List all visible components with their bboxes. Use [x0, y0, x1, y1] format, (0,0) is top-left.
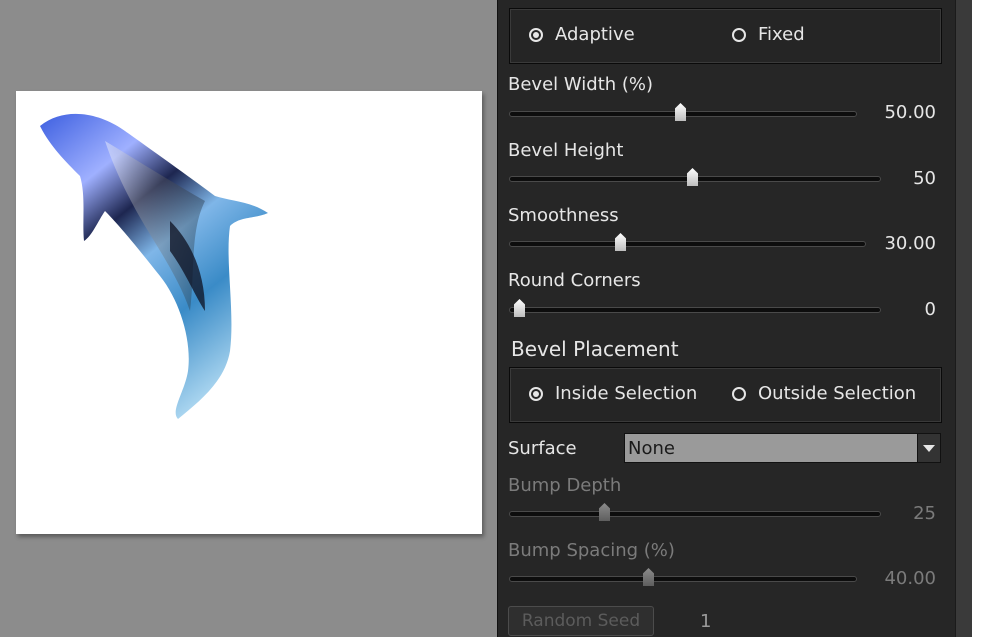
bump-depth-value[interactable]: 25 — [856, 503, 936, 524]
bevel-width-label: Bevel Width (%) — [508, 74, 654, 95]
radio-outside-selection[interactable]: Outside Selection — [732, 383, 916, 404]
surface-dropdown[interactable]: None — [624, 433, 941, 463]
bevel-width-value[interactable]: 50.00 — [856, 102, 936, 123]
bevel-height-label: Bevel Height — [508, 140, 624, 161]
radio-unselected-icon — [732, 27, 746, 42]
surface-selected-value: None — [628, 437, 675, 459]
chevron-down-icon[interactable] — [917, 434, 940, 462]
radio-label: Fixed — [758, 24, 805, 45]
radio-label: Outside Selection — [758, 383, 917, 404]
radio-selected-icon — [529, 27, 543, 42]
bump-depth-slider-track[interactable] — [509, 511, 881, 517]
bump-spacing-label: Bump Spacing (%) — [508, 540, 675, 561]
bump-spacing-value[interactable]: 40.00 — [856, 568, 936, 589]
smoothness-value[interactable]: 30.00 — [856, 233, 936, 254]
radio-unselected-icon — [732, 386, 746, 401]
smoothness-label: Smoothness — [508, 205, 619, 226]
radio-inside-selection[interactable]: Inside Selection — [529, 383, 697, 404]
chrome-dolphin-image — [40, 113, 268, 419]
round-corners-slider-track[interactable] — [509, 307, 881, 313]
bump-depth-label: Bump Depth — [508, 475, 622, 496]
round-corners-label: Round Corners — [508, 270, 641, 291]
radio-adaptive[interactable]: Adaptive — [529, 24, 635, 45]
random-seed-value: 1 — [700, 611, 712, 632]
surface-label: Surface — [508, 438, 577, 459]
round-corners-value[interactable]: 0 — [856, 299, 936, 320]
radio-selected-icon — [529, 386, 543, 401]
window-edge — [972, 0, 1000, 637]
bump-spacing-slider-track[interactable] — [509, 576, 857, 582]
radio-label: Adaptive — [555, 24, 635, 45]
radio-fixed[interactable]: Fixed — [732, 24, 805, 45]
smoothness-slider-track[interactable] — [509, 241, 866, 247]
bevel-height-value[interactable]: 50 — [856, 168, 936, 189]
canvas-area — [0, 0, 497, 637]
radio-label: Inside Selection — [555, 383, 698, 404]
bevel-placement-heading: Bevel Placement — [511, 337, 679, 361]
random-seed-button[interactable]: Random Seed — [508, 606, 654, 636]
document-canvas[interactable] — [16, 91, 482, 534]
panel-scrollbar[interactable] — [955, 0, 973, 637]
